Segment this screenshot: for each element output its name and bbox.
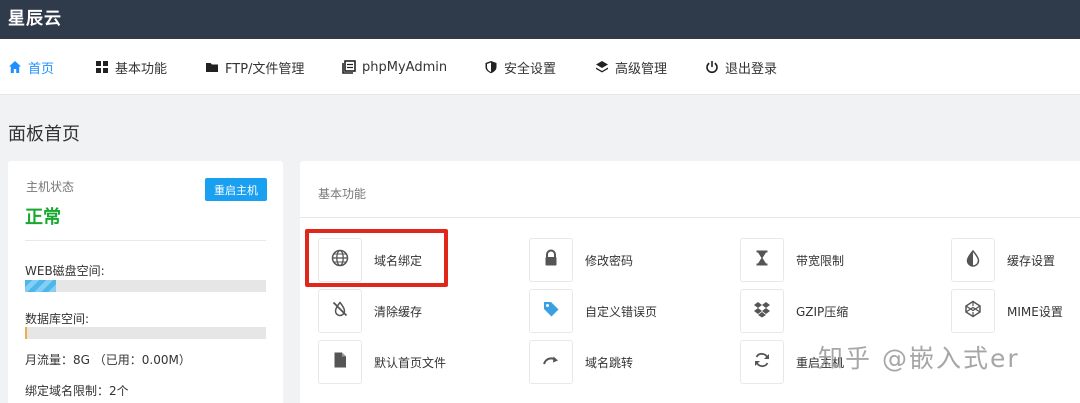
func-icon-box [951,238,995,282]
func-icon-box [529,238,573,282]
func-label: MIME设置 [1007,304,1063,319]
func-label: 域名跳转 [585,355,634,370]
nav-item-basic[interactable]: 基本功能 [95,39,167,95]
nav-item-ftp[interactable]: FTP/文件管理 [205,39,304,95]
nav-label: 安全设置 [504,61,557,77]
nav-label: 退出登录 [725,61,778,77]
domain-limit-stat: 绑定域名限制：2个 [25,384,129,398]
func-label: 缓存设置 [1007,253,1056,268]
globe-icon [331,249,349,271]
top-bar: 星辰云 [0,0,1080,39]
section-title: 基本功能 [318,187,367,201]
db-space-meter [25,327,266,339]
nav-label: phpMyAdmin [362,59,448,75]
divider [25,240,266,241]
func-gzip[interactable]: GZIP压缩 [740,288,848,334]
func-domain-binding[interactable]: 域名绑定 [318,237,422,283]
host-status-value: 正常 [25,207,61,228]
func-icon-box [951,289,995,333]
func-default-index[interactable]: 默认首页文件 [318,339,446,385]
func-label: 重启主机 [796,355,845,370]
func-label: 域名绑定 [374,253,423,268]
func-label: 自定义错误页 [585,304,658,319]
func-cache-settings[interactable]: 缓存设置 [951,237,1055,283]
func-icon-box [318,289,362,333]
db-space-label: 数据库空间: [25,312,90,326]
host-status-card: 主机状态 正常 重启主机 WEB磁盘空间: 数据库空间: 月流量：8G （已用：… [8,161,283,403]
func-domain-redirect[interactable]: 域名跳转 [529,339,633,385]
file-icon [331,351,349,373]
func-icon-box [318,238,362,282]
nav-label: 高级管理 [615,61,668,77]
contrast-icon [964,249,982,271]
grid-icon [95,60,109,74]
nav-item-home[interactable]: 首页 [8,39,54,95]
brand-logo[interactable]: 星辰云 [8,4,62,29]
func-label: 修改密码 [585,253,634,268]
home-icon [8,60,22,74]
nav-item-security[interactable]: 安全设置 [484,39,556,95]
page-title: 面板首页 [8,124,80,145]
divider [300,217,1080,218]
refresh-icon [753,351,771,373]
layers-icon [595,60,609,74]
web-disk-meter-fill [25,280,57,292]
nav-item-advanced[interactable]: 高级管理 [595,39,667,95]
func-icon-box [318,340,362,384]
database-icon [342,60,356,74]
func-icon-box [529,340,573,384]
func-change-password[interactable]: 修改密码 [529,237,633,283]
func-mime-settings[interactable]: MIME设置 [951,288,1063,334]
db-space-meter-fill [25,327,28,339]
dropbox-icon [753,300,771,322]
func-label: GZIP压缩 [796,304,849,319]
nav-label: 基本功能 [115,61,168,77]
host-status-label: 主机状态 [26,180,75,194]
func-custom-error-page[interactable]: 自定义错误页 [529,288,657,334]
func-label: 清除缓存 [374,304,423,319]
nav-label: FTP/文件管理 [225,61,305,77]
nav-item-phpmyadmin[interactable]: phpMyAdmin [342,39,447,95]
func-icon-box [740,238,784,282]
restart-host-button[interactable]: 重启主机 [205,178,267,201]
func-icon-box [529,289,573,333]
traffic-stat: 月流量：8G （已用：0.00M） [25,353,191,367]
folder-icon [205,60,219,74]
main-nav: 首页 基本功能 FTP/文件管理 phpMyAdmin 安全设置 高级管理 退出… [0,39,1080,95]
redirect-icon [542,351,560,373]
power-icon [705,60,719,74]
web-disk-label: WEB磁盘空间: [25,264,105,278]
hourglass-icon [753,249,771,271]
lock-icon [542,249,560,271]
func-restart-host[interactable]: 重启主机 [740,339,844,385]
func-bandwidth-limit[interactable]: 带宽限制 [740,237,844,283]
func-icon-box [740,340,784,384]
slash-icon [331,300,349,322]
nav-item-logout[interactable]: 退出登录 [705,39,777,95]
shield-icon [484,60,498,74]
codepen-icon [964,300,982,322]
func-clear-cache[interactable]: 清除缓存 [318,288,422,334]
nav-label: 首页 [28,61,55,77]
tag-icon [542,300,560,322]
func-label: 默认首页文件 [374,355,447,370]
web-disk-meter [25,280,266,292]
func-icon-box [740,289,784,333]
func-label: 带宽限制 [796,253,845,268]
basic-functions-card: 基本功能 域名绑定 修改密码 带宽限制 缓存设置 清除缓存 自定义错误页 GZI… [300,161,1080,403]
